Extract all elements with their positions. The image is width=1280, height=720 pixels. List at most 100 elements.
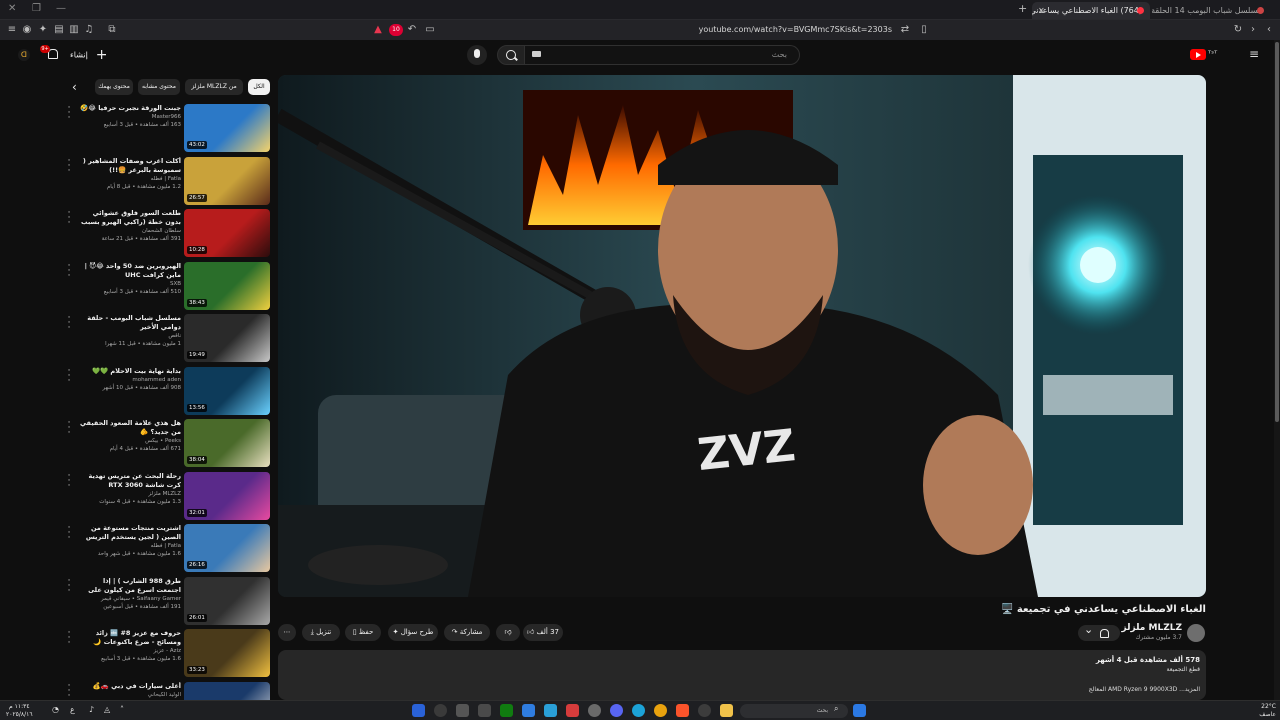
guide-menu-icon[interactable]: ≡ (1249, 48, 1261, 60)
notification-icon[interactable]: ◔ (52, 705, 59, 714)
adblock-count-badge[interactable]: 10 (389, 24, 403, 36)
recommendation-item[interactable]: · · · اشتريت منتجات مستوعة من الصين ( لجين … (64, 524, 272, 574)
app-icon-discord[interactable] (610, 704, 623, 717)
system-clock[interactable]: ١١:٣٤ م ٢٠٢٥/٨/١٦ (6, 703, 33, 719)
chip-for-you[interactable]: محتوى يهمك (95, 79, 133, 95)
more-options-icon[interactable]: · · · (66, 156, 72, 175)
recommendation-channel[interactable]: الوليد الكيحاني (78, 691, 181, 699)
more-options-icon[interactable]: · · · (66, 209, 72, 228)
account-avatar[interactable]: ᗡ (18, 49, 30, 61)
voice-search-mic-icon[interactable] (467, 45, 487, 65)
network-icon[interactable]: ◬ (104, 705, 110, 714)
app-icon-terminal[interactable] (456, 704, 469, 717)
app-icon-xbox[interactable] (500, 704, 513, 717)
chip-related[interactable]: محتوى مشابه (138, 79, 180, 95)
bookmark-icon[interactable]: ▯ (918, 24, 930, 36)
recommendation-item[interactable]: · · · رحلة البحث عن متريس تهدية كرت شاشة RT… (64, 471, 272, 522)
more-options-icon[interactable]: · · · (66, 261, 72, 280)
tab-close-icon[interactable]: ✕ (1038, 2, 1045, 19)
recommendation-title[interactable]: حروف مع عزيز 8# 🔤 زائد ومسائح - ضرع باكن… (78, 629, 181, 647)
recommendation-title[interactable]: رحلة البحث عن متريس تهدية كرت شاشة RTX 3… (78, 472, 181, 490)
search-icon[interactable] (497, 45, 525, 65)
recommendation-title[interactable]: طلعت السور فلوق عشوائي بدون خطة (راكبي ا… (78, 209, 181, 227)
recommendation-channel[interactable]: Saifaany Gamer • سيفاني قيمر (78, 595, 181, 603)
recommendation-item[interactable]: · · · أكلت اغرب وصفات المشاهير ( سمبوسة بال… (64, 156, 272, 207)
app-icon-github[interactable] (698, 704, 711, 717)
recommendation-channel[interactable]: MLZLZ ملزلز (78, 490, 181, 498)
recommendation-item[interactable]: · · · حروف مع عزيز 8# 🔤 زائد ومسائح - ضرع ب… (64, 629, 272, 679)
tray-overflow-chevron-icon[interactable]: ˄ (120, 705, 124, 714)
app-icon-edge[interactable] (632, 704, 645, 717)
app-icon-store[interactable] (522, 704, 535, 717)
scrollbar-thumb[interactable] (1275, 42, 1279, 422)
forward-icon[interactable]: › (1247, 24, 1259, 36)
recommendation-title[interactable]: الهيروبرين ضد 50 واحد 😂😈 | ماين كرافت UH… (78, 262, 181, 280)
description-box[interactable]: 578 ألف مشاهدة قبل 4 أشهر قطع التجميعة ا… (278, 650, 1206, 700)
brave-rewards-icon[interactable]: ▲ (372, 24, 384, 36)
recommendation-channel[interactable]: Master966 (78, 113, 181, 121)
more-options-icon[interactable]: · · · (66, 576, 72, 595)
recommendation-title[interactable]: جبنت الورقة نجبرت حرفيا 😂🤣 (78, 104, 181, 113)
share-icon[interactable]: ↶ (406, 24, 418, 36)
recommendation-title[interactable]: أغلى سيارات في دبي 🚗💰 (78, 682, 181, 691)
recommendation-title[interactable]: مسلسل شباب البومب - حلقة دوامي الأخير (78, 314, 181, 332)
recommendation-channel[interactable]: Peeks • بيكس (78, 437, 181, 445)
share-button[interactable]: مشاركة ↷ (444, 624, 490, 641)
more-actions-button[interactable]: ⋯ (278, 624, 296, 641)
more-options-icon[interactable]: · · · (66, 366, 72, 385)
dislike-button[interactable]: 👎︎ (496, 624, 520, 641)
more-options-icon[interactable]: · · · (66, 104, 72, 123)
menu-icon[interactable]: ≡ (6, 24, 18, 36)
new-tab-button[interactable]: + (1018, 2, 1027, 15)
more-options-icon[interactable]: · · · (66, 419, 72, 438)
more-options-icon[interactable]: · · · (66, 629, 72, 648)
recommendation-channel[interactable]: سلطان الشحمان (78, 227, 181, 235)
recommendation-channel[interactable]: ناقص (78, 332, 181, 340)
recommendation-channel[interactable]: Aziz - عزيز (78, 647, 181, 655)
download-button[interactable]: تنزيل ⤓ (302, 624, 340, 641)
app-icon-acrobat[interactable] (566, 704, 579, 717)
recommendation-item[interactable]: · · · هل هذي علامة الصعود الحقيقي من جديد؟ … (64, 419, 272, 469)
app-icon-vscode[interactable] (412, 704, 425, 717)
reload-icon[interactable]: ↻ (1232, 24, 1244, 36)
recommendation-item[interactable]: · · · الهيروبرين ضد 50 واحد 😂😈 | ماين كرافت… (64, 261, 272, 312)
save-button[interactable]: حفظ ▯ (345, 624, 381, 641)
music-icon[interactable]: ♫ (83, 24, 95, 36)
more-options-icon[interactable]: · · · (66, 524, 72, 543)
subscribe-notifications-button[interactable] (1078, 623, 1120, 641)
recommendation-item[interactable]: · · · بداية نهاية بيت الاحلام 💚💚 mohammed ad… (64, 366, 272, 417)
taskbar-search-input[interactable]: بحث (740, 704, 848, 718)
puzzle-icon[interactable]: ✦ (37, 24, 49, 36)
weather-widget[interactable]: 22°C عاصف (1236, 703, 1276, 719)
app-icon-telegram[interactable] (544, 704, 557, 717)
chip-from-channel[interactable]: من MLZLZ ملزلز (185, 79, 243, 95)
sidebar-icon[interactable]: ▤ (53, 24, 65, 36)
url-field[interactable]: youtube.com/watch?v=BVGMmc7SKis&t=2303s (430, 23, 910, 37)
recommendation-title[interactable]: هل هذي علامة الصعود الحقيقي من جديد؟ 🫵 (78, 419, 181, 437)
volume-icon[interactable]: ♪ (89, 705, 94, 714)
windows-start-icon[interactable] (853, 704, 866, 717)
recommendation-title[interactable]: طرق 988 الشارب ) | إذا اجتمعت اسرع من كي… (78, 577, 181, 595)
recommendation-item[interactable]: · · · مسلسل شباب البومب - حلقة دوامي الأخير… (64, 314, 272, 364)
page-scrollbar[interactable] (1274, 40, 1280, 700)
recommendation-channel[interactable]: mohammed aden (78, 376, 181, 384)
recommendation-channel[interactable]: Fatla | فطله (78, 175, 181, 183)
recommendation-channel[interactable]: Fatla | فطله (78, 542, 181, 550)
more-options-icon[interactable]: · · · (66, 471, 72, 490)
search-input[interactable]: بحث (525, 45, 800, 65)
language-indicator-icon[interactable]: ع (70, 705, 75, 714)
keyboard-icon[interactable] (532, 51, 541, 57)
chip-all[interactable]: الكل (248, 79, 270, 95)
screenshot-icon[interactable]: ⧉ (106, 24, 118, 36)
create-button[interactable]: إنشاء + (70, 46, 108, 64)
youtube-logo-icon[interactable] (1190, 49, 1206, 60)
app-icon-media[interactable] (434, 704, 447, 717)
recommendation-title[interactable]: أكلت اغرب وصفات المشاهير ( سمبوسة بالبرغ… (78, 157, 181, 175)
translate-icon[interactable]: ⇄ (899, 24, 911, 36)
video-player[interactable]: ZVZ (278, 75, 1206, 597)
app-icon-file-explorer[interactable] (720, 704, 733, 717)
recommendation-title[interactable]: بداية نهاية بيت الاحلام 💚💚 (78, 367, 181, 376)
recommendation-title[interactable]: اشتريت منتجات مستوعة من الصين ( لجين يست… (78, 524, 181, 542)
ask-button[interactable]: طرح سؤال ✦ (388, 624, 438, 641)
window-restore-icon[interactable]: ❐ (32, 3, 41, 14)
